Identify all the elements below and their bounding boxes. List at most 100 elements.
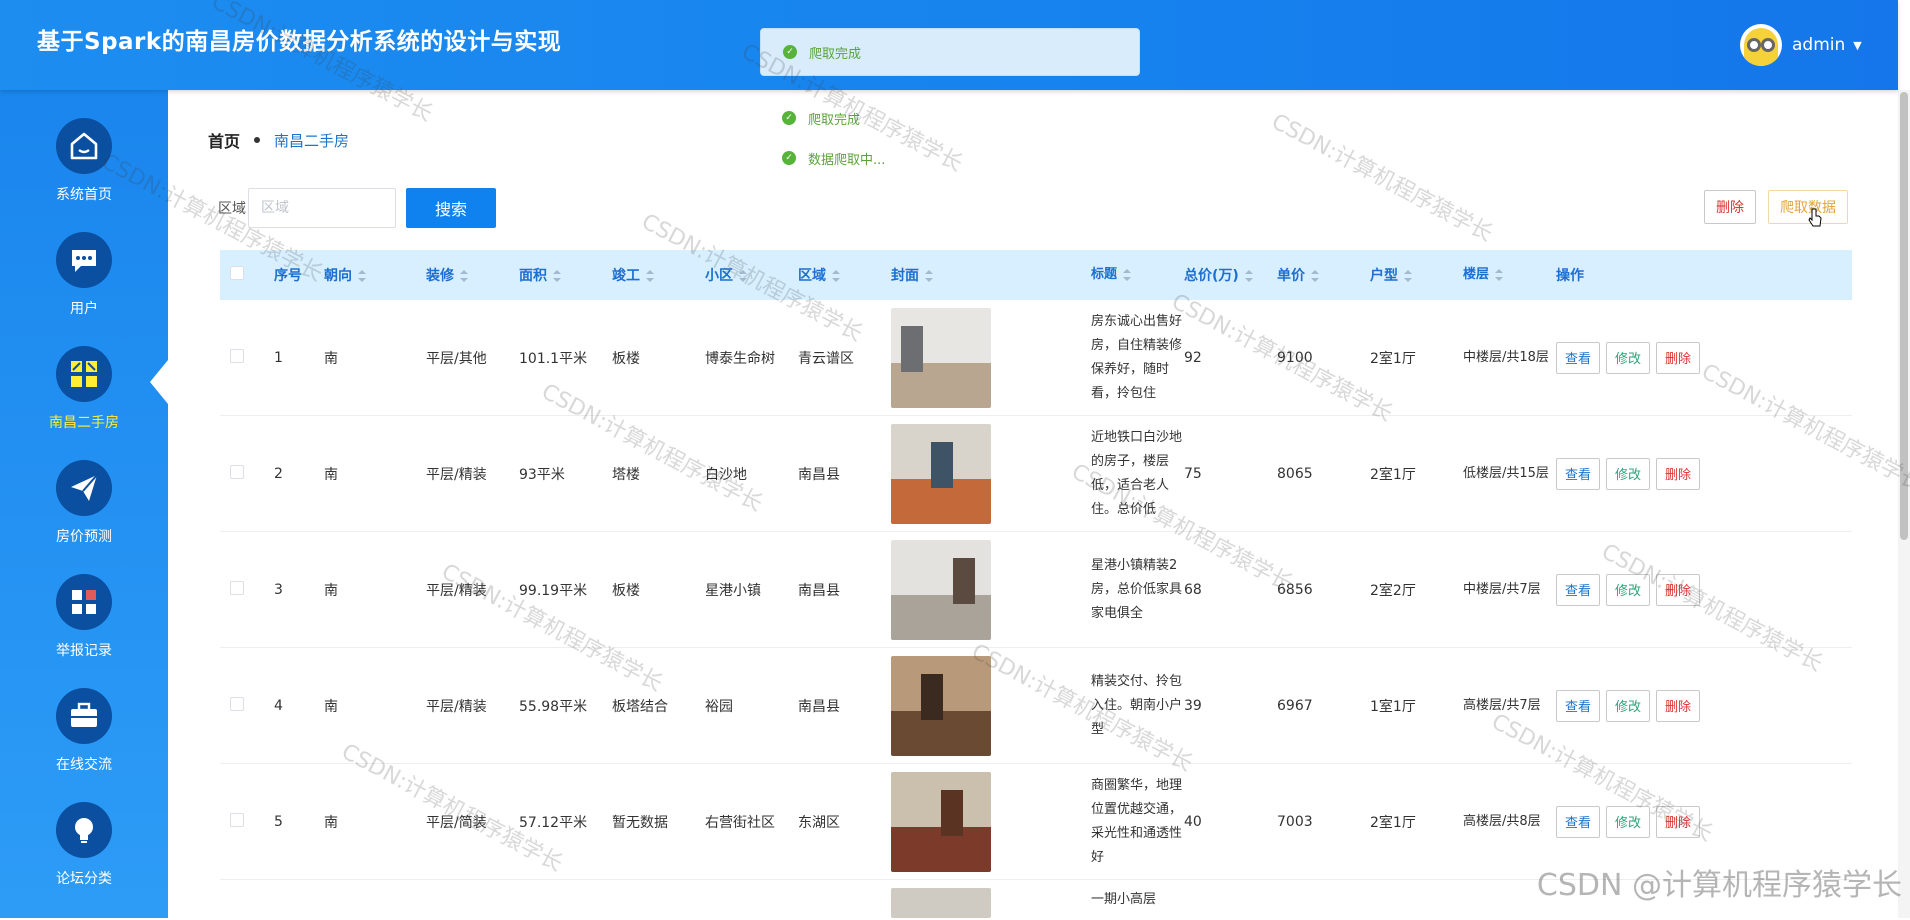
sort-icon[interactable]	[1495, 269, 1503, 281]
sort-icon[interactable]	[739, 270, 747, 282]
cell-area: 101.1平米	[519, 348, 612, 368]
edit-button[interactable]: 修改	[1606, 342, 1650, 374]
home-icon	[56, 118, 112, 174]
cell-unit-price: 7003	[1277, 814, 1370, 830]
batch-delete-button[interactable]: 删除	[1704, 190, 1756, 224]
edit-button[interactable]: 修改	[1606, 806, 1650, 838]
edit-button[interactable]: 修改	[1606, 690, 1650, 722]
sidebar-item-price-prediction[interactable]: 房价预测	[0, 460, 168, 570]
column-header-sortable[interactable]: 楼层	[1463, 263, 1556, 287]
delete-button[interactable]: 删除	[1656, 458, 1700, 490]
sort-icon[interactable]	[358, 270, 366, 282]
cell-region: 南昌县	[798, 464, 891, 484]
view-button[interactable]: 查看	[1556, 690, 1600, 722]
cell-decoration: 平层/精装	[426, 464, 519, 484]
column-header-sortable[interactable]: 面积	[519, 265, 612, 285]
row-checkbox[interactable]	[230, 813, 244, 827]
edit-button[interactable]: 修改	[1606, 458, 1650, 490]
app-title: 基于Spark的南昌房价数据分析系统的设计与实现	[37, 22, 561, 56]
view-button[interactable]: 查看	[1556, 342, 1600, 374]
column-header-sortable[interactable]: 总价(万)	[1184, 265, 1277, 285]
cell-community: 白沙地	[705, 464, 798, 484]
cell-orientation: 南	[324, 696, 426, 716]
cell-floor: 高楼层/共7层	[1463, 694, 1556, 718]
column-header-sortable[interactable]: 装修	[426, 265, 519, 285]
house-cover-image[interactable]	[891, 888, 991, 918]
sidebar-item-reports[interactable]: 举报记录	[0, 574, 168, 684]
scrollbar-thumb[interactable]	[1900, 92, 1908, 540]
delete-button[interactable]: 删除	[1656, 806, 1700, 838]
table-header: 序号 朝向 装修 面积 竣工 小区 区域 封面 标题 总价(万) 单价 户型 楼…	[220, 250, 1852, 300]
cell-title: 一期小高层	[1091, 888, 1184, 912]
sidebar-item-chat[interactable]: 在线交流	[0, 688, 168, 798]
house-cover-image[interactable]	[891, 772, 991, 872]
bulb-icon	[56, 802, 112, 858]
row-checkbox[interactable]	[230, 465, 244, 479]
sidebar-item-home[interactable]: 系统首页	[0, 118, 168, 228]
cell-region: 南昌县	[798, 580, 891, 600]
houses-table: 序号 朝向 装修 面积 竣工 小区 区域 封面 标题 总价(万) 单价 户型 楼…	[220, 250, 1852, 920]
sort-icon[interactable]	[1404, 270, 1412, 282]
column-header-sortable[interactable]: 标题	[1091, 263, 1184, 287]
cell-floor: 中楼层/共18层	[1463, 346, 1556, 370]
sidebar-item-label: 用户	[0, 298, 168, 318]
notification-text: 数据爬取中...	[808, 149, 885, 168]
sort-icon[interactable]	[460, 270, 468, 282]
row-checkbox[interactable]	[230, 349, 244, 363]
cell-layout: 2室1厅	[1370, 348, 1463, 368]
cell-built: 板塔结合	[612, 696, 705, 716]
sort-icon[interactable]	[646, 270, 654, 282]
view-button[interactable]: 查看	[1556, 574, 1600, 606]
delete-button[interactable]: 删除	[1656, 690, 1700, 722]
region-search-input[interactable]	[248, 188, 396, 228]
column-header-sortable[interactable]: 单价	[1277, 265, 1370, 285]
sidebar-item-forum-category[interactable]: 论坛分类	[0, 802, 168, 912]
caret-down-icon[interactable]: ▼	[1853, 39, 1861, 52]
row-checkbox[interactable]	[230, 581, 244, 595]
sort-icon[interactable]	[1311, 270, 1319, 282]
avatar[interactable]	[1740, 24, 1782, 66]
select-all-checkbox[interactable]	[230, 266, 244, 280]
sidebar-item-users[interactable]: 用户	[0, 232, 168, 342]
column-header-sortable[interactable]: 封面	[891, 265, 1091, 285]
sidebar-item-nanchang-houses[interactable]: 南昌二手房	[0, 346, 168, 456]
breadcrumb-home[interactable]: 首页	[208, 128, 240, 152]
house-cover-image[interactable]	[891, 308, 991, 408]
sort-icon[interactable]	[925, 270, 933, 282]
row-checkbox[interactable]	[230, 697, 244, 711]
notification-toast: ✓ 爬取完成	[760, 100, 1140, 136]
column-header-sortable[interactable]: 区域	[798, 265, 891, 285]
house-cover-image[interactable]	[891, 540, 991, 640]
column-header-sortable[interactable]: 小区	[705, 265, 798, 285]
success-icon: ✓	[782, 111, 796, 125]
table-row: 3 南 平层/精装 99.19平米 板楼 星港小镇 南昌县 星港小镇精装2房，总…	[220, 532, 1852, 648]
delete-button[interactable]: 删除	[1656, 342, 1700, 374]
cell-orientation: 南	[324, 812, 426, 832]
user-menu[interactable]: admin ▼	[1740, 24, 1862, 66]
search-button[interactable]: 搜索	[406, 188, 496, 228]
column-header-sortable[interactable]: 朝向	[324, 265, 426, 285]
sort-icon[interactable]	[832, 270, 840, 282]
edit-button[interactable]: 修改	[1606, 574, 1650, 606]
sort-icon[interactable]	[1245, 270, 1253, 282]
column-header-sortable[interactable]: 竣工	[612, 265, 705, 285]
column-header-sortable[interactable]: 户型	[1370, 265, 1463, 285]
sort-icon[interactable]	[553, 270, 561, 282]
apps-icon	[56, 574, 112, 630]
sort-icon[interactable]	[1123, 269, 1131, 281]
cell-decoration: 平层/精装	[426, 580, 519, 600]
notification-text: 爬取完成	[809, 43, 861, 62]
search-bar: 区域 搜索	[218, 188, 496, 228]
cell-decoration: 平层/简装	[426, 812, 519, 832]
chat-icon	[56, 232, 112, 288]
username[interactable]: admin	[1792, 35, 1845, 55]
house-cover-image[interactable]	[891, 424, 991, 524]
delete-button[interactable]: 删除	[1656, 574, 1700, 606]
house-cover-image[interactable]	[891, 656, 991, 756]
view-button[interactable]: 查看	[1556, 458, 1600, 490]
view-button[interactable]: 查看	[1556, 806, 1600, 838]
table-row: 2 南 平层/精装 93平米 塔楼 白沙地 南昌县 近地铁口白沙地的房子，楼层低…	[220, 416, 1852, 532]
grid-icon	[56, 346, 112, 402]
cell-orientation: 南	[324, 348, 426, 368]
cell-region: 青云谱区	[798, 348, 891, 368]
